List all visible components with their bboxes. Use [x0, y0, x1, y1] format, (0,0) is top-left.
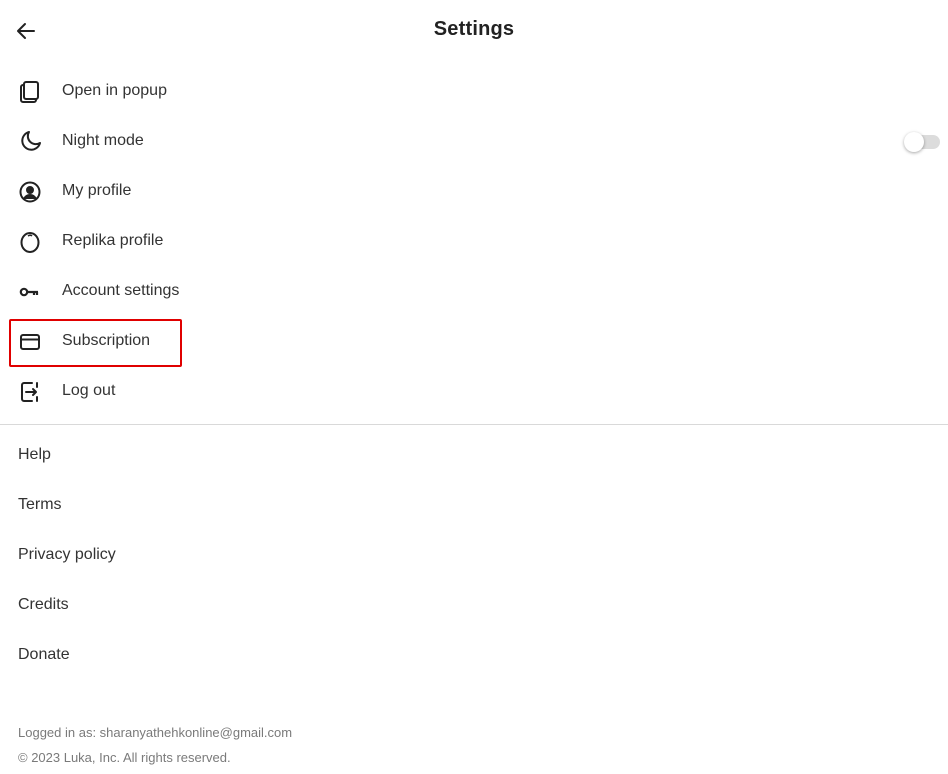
copyright-text: © 2023 Luka, Inc. All rights reserved. [18, 750, 231, 765]
link-label: Help [18, 446, 51, 463]
link-privacy-policy[interactable]: Privacy policy [0, 530, 948, 580]
menu-item-label: Account settings [62, 282, 180, 299]
menu-item-label: Open in popup [62, 82, 167, 99]
toggle-knob [904, 132, 924, 152]
link-label: Credits [18, 596, 69, 613]
night-mode-toggle[interactable] [904, 132, 940, 152]
menu-item-log-out[interactable]: Log out [0, 367, 948, 417]
header: Settings [0, 0, 948, 60]
copy-pages-icon [20, 81, 39, 103]
logout-icon [21, 382, 38, 402]
user-circle-icon [19, 181, 41, 203]
link-terms[interactable]: Terms [0, 480, 948, 530]
credit-card-icon [20, 334, 40, 350]
logged-in-text: Logged in as: sharanyathehkonline@gmail.… [18, 725, 293, 740]
link-help[interactable]: Help [0, 430, 948, 480]
menu-item-label: Replika profile [62, 232, 164, 249]
key-icon [19, 287, 39, 297]
menu-item-replika-profile[interactable]: Replika profile [0, 217, 948, 267]
menu-item-night-mode[interactable]: Night mode [0, 117, 948, 167]
link-credits[interactable]: Credits [0, 580, 948, 630]
menu-item-label: My profile [62, 182, 132, 199]
egg-icon [20, 232, 40, 253]
menu-item-my-profile[interactable]: My profile [0, 167, 948, 217]
menu-item-label: Subscription [62, 332, 151, 349]
link-label: Privacy policy [18, 546, 116, 563]
moon-icon [21, 131, 41, 151]
menu-item-label: Log out [62, 382, 116, 399]
menu-item-open-in-popup[interactable]: Open in popup [0, 67, 948, 117]
menu-item-subscription[interactable]: Subscription [0, 317, 948, 367]
info-links: Help Terms Privacy policy Credits Donate [0, 430, 948, 680]
section-divider [0, 424, 948, 425]
menu-item-account-settings[interactable]: Account settings [0, 267, 948, 317]
settings-menu: Open in popup Night mode My profile Repl… [0, 67, 948, 417]
page-title: Settings [433, 18, 515, 40]
link-label: Donate [18, 646, 70, 663]
footer: Logged in as: sharanyathehkonline@gmail.… [18, 720, 292, 770]
menu-item-label: Night mode [62, 132, 144, 149]
link-donate[interactable]: Donate [0, 630, 948, 680]
link-label: Terms [18, 496, 62, 513]
